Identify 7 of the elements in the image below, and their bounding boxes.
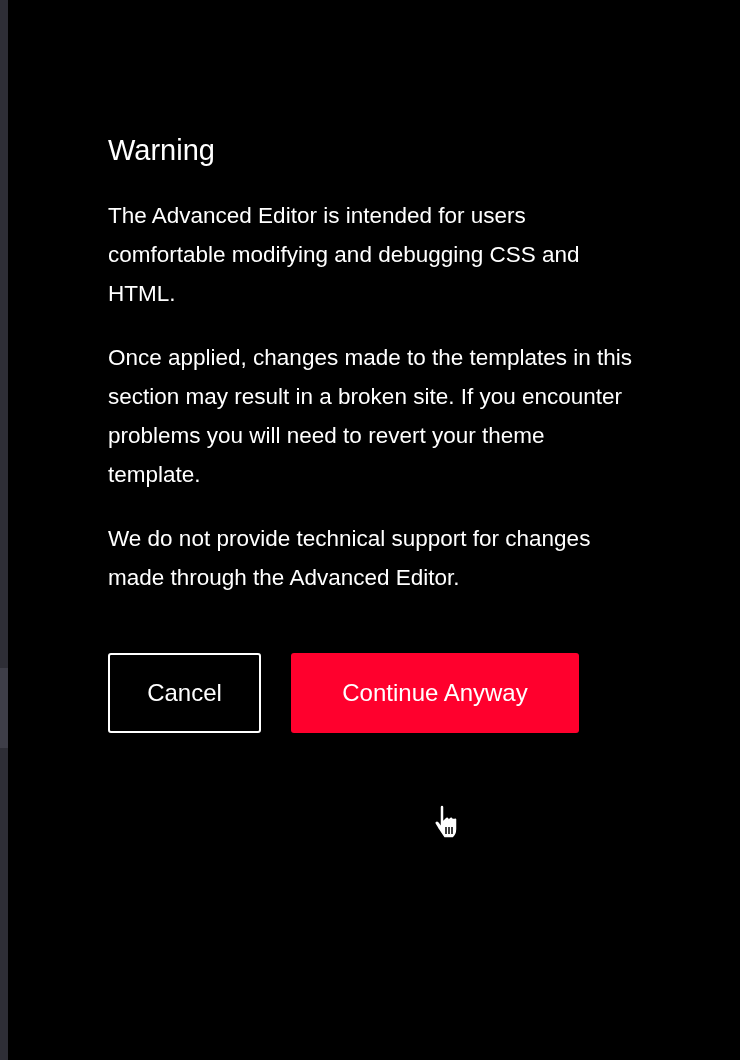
warning-paragraph: Once applied, changes made to the templates in this section may result in a broken site. If you encounter problems you will need to revert your theme template. (108, 344, 634, 489)
warning-paragraph: We do not provide technical support for changes made through the Advanced Editor. (108, 525, 592, 592)
scrollbar-thumb[interactable] (0, 668, 8, 748)
dialog-title: Warning (108, 133, 216, 168)
cancel-button[interactable]: Cancel (108, 653, 261, 733)
warning-paragraph: The Advanced Editor is intended for users comfortable modifying and debugging CSS and HTML. (108, 202, 581, 308)
continue-button[interactable]: Continue Anyway (291, 653, 579, 733)
